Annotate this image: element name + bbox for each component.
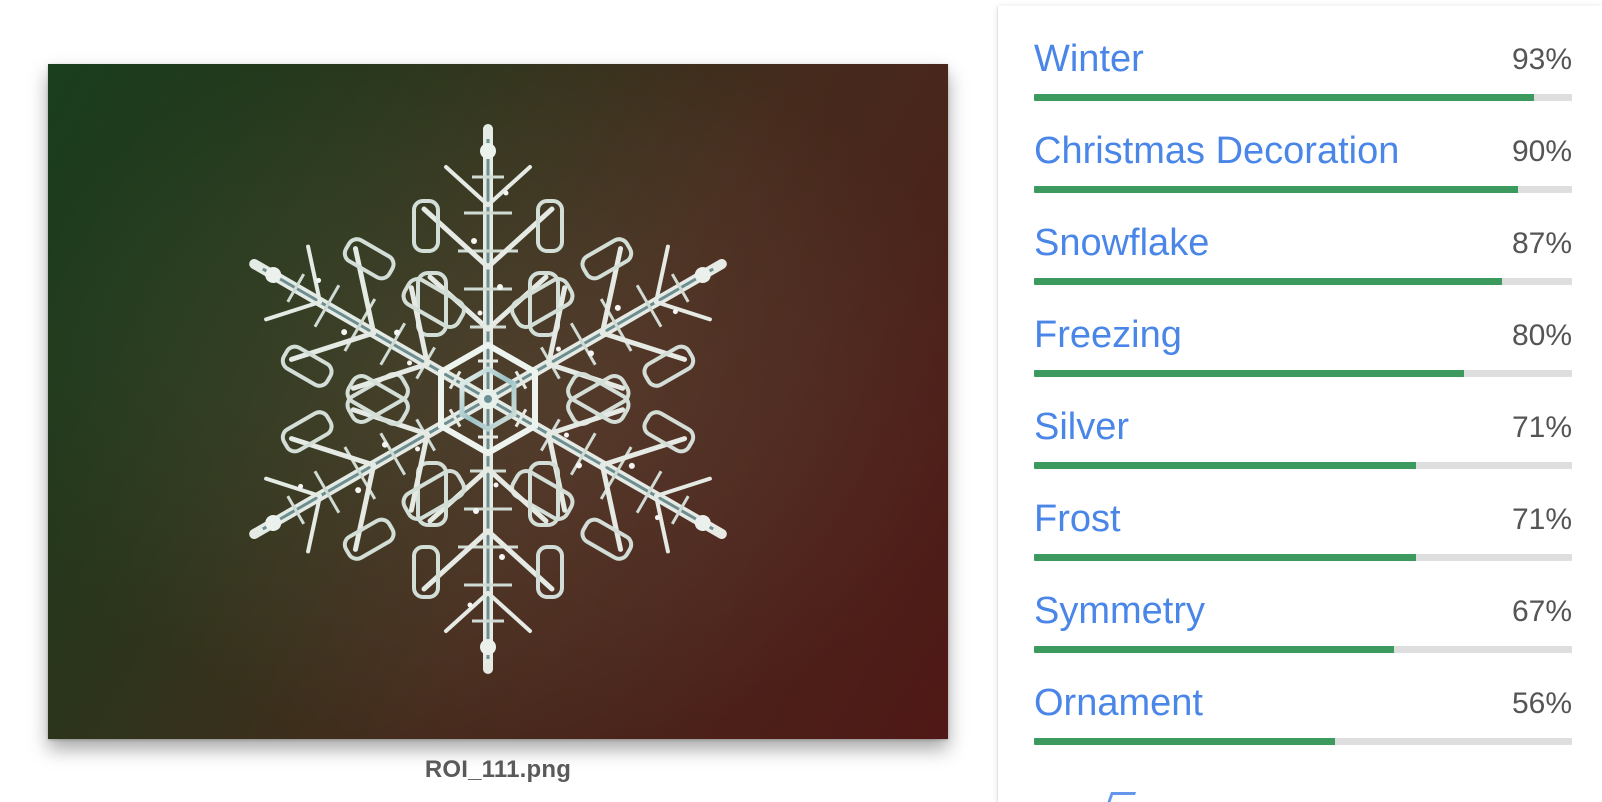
label-score: 67% bbox=[1511, 595, 1572, 628]
confidence-bar-track bbox=[1034, 738, 1572, 745]
label-name[interactable]: Frost bbox=[1034, 499, 1121, 539]
label-name[interactable]: Freezing bbox=[1034, 315, 1182, 355]
label-row[interactable]: Frost 71% bbox=[1034, 466, 1572, 561]
label-row[interactable]: Ornament 56% bbox=[1034, 650, 1572, 745]
label-score: 56% bbox=[1511, 687, 1572, 720]
label-score: 80% bbox=[1511, 319, 1572, 352]
label-name[interactable]: Winter bbox=[1034, 39, 1144, 79]
uploaded-image-preview[interactable] bbox=[48, 64, 948, 739]
label-score: 71% bbox=[1511, 503, 1572, 536]
label-name[interactable]: Ornament bbox=[1034, 683, 1203, 723]
label-name[interactable]: Symmetry bbox=[1034, 591, 1205, 631]
label-score: 93% bbox=[1511, 43, 1572, 76]
label-name[interactable]: Silver bbox=[1034, 407, 1129, 447]
image-filename: ROI_111.png bbox=[424, 756, 572, 783]
label-score: 71% bbox=[1511, 411, 1572, 444]
label-score: 87% bbox=[1511, 227, 1572, 260]
label-row[interactable]: Symmetry 67% bbox=[1034, 558, 1572, 653]
confidence-bar-fill bbox=[1034, 738, 1336, 745]
label-row[interactable]: Snowflake 87% bbox=[1034, 190, 1572, 285]
next-label-partial bbox=[1104, 792, 1137, 802]
label-row[interactable]: Christmas Decoration 90% bbox=[1034, 98, 1572, 193]
vision-result-view: ROI_111.png Winter 93% Christmas Decoratio… bbox=[0, 0, 1602, 802]
labels-panel[interactable]: Winter 93% Christmas Decoration 90% Snowflak… bbox=[998, 6, 1602, 802]
snowflake-image bbox=[48, 64, 948, 739]
label-name[interactable]: Snowflake bbox=[1034, 223, 1209, 263]
label-name[interactable]: Christmas Decoration bbox=[1034, 131, 1399, 171]
label-score: 90% bbox=[1511, 135, 1572, 168]
label-row[interactable]: Winter 93% bbox=[1034, 6, 1572, 101]
label-row[interactable]: Silver 71% bbox=[1034, 374, 1572, 469]
label-row[interactable]: Freezing 80% bbox=[1034, 282, 1572, 377]
